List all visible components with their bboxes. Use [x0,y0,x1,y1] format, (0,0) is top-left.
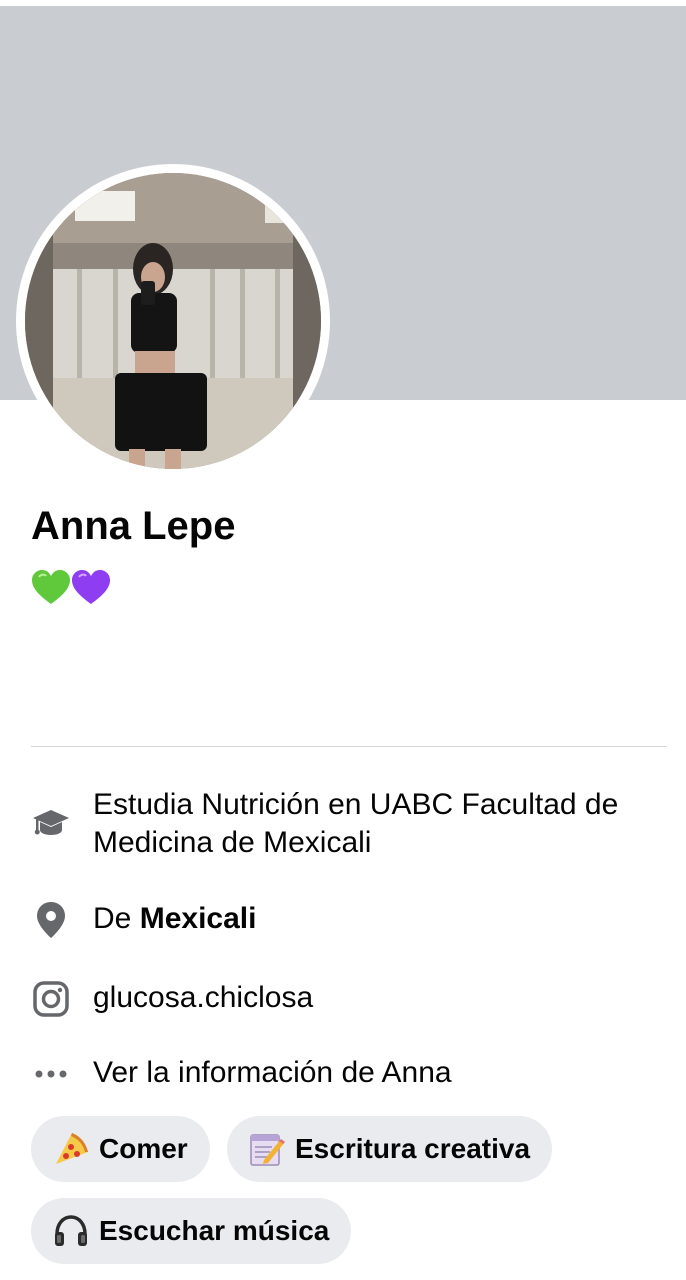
hometown-text: De Mexicali [93,900,653,938]
instagram-icon [31,979,71,1019]
more-dots-icon [31,1054,71,1094]
hobby-label: Escritura creativa [295,1133,531,1164]
location-pin-icon [31,900,71,940]
hometown-row: De Mexicali [31,900,653,940]
profile-picture[interactable] [25,173,321,469]
education-row: Estudia Nutrición en UABC Facultad de Me… [31,786,653,862]
memo-icon [247,1129,287,1169]
hobby-chip-escritura-creativa[interactable]: Escritura creativa [227,1116,553,1182]
purple-heart-icon [72,570,110,604]
profile-bio [31,568,111,610]
see-info-row[interactable]: Ver la información de Anna [31,1054,653,1094]
education-text: Estudia Nutrición en UABC Facultad de Me… [93,788,619,859]
hometown-city[interactable]: Mexicali [140,902,257,935]
graduation-cap-icon [31,802,71,842]
hobby-chip-comer[interactable]: Comer [31,1116,210,1182]
instagram-row[interactable]: glucosa.chiclosa [31,979,653,1019]
see-info-link[interactable]: Ver la información de Anna [93,1054,653,1092]
profile-name: Anna Lepe [31,504,236,548]
hobby-label: Escuchar música [99,1215,330,1246]
hometown-prefix: De [93,902,132,935]
hobby-chip-escuchar-musica[interactable]: Escuchar música [31,1198,352,1264]
instagram-handle[interactable]: glucosa.chiclosa [93,979,653,1017]
hobby-label: Comer [99,1133,188,1164]
section-divider [31,746,667,747]
green-heart-icon [32,570,70,604]
headphones-icon [51,1211,91,1251]
profile-page: Anna Lepe Estudia Nutrición en UABC Facu… [0,0,686,1280]
profile-picture-illustration [25,173,321,469]
pizza-icon [51,1129,91,1169]
